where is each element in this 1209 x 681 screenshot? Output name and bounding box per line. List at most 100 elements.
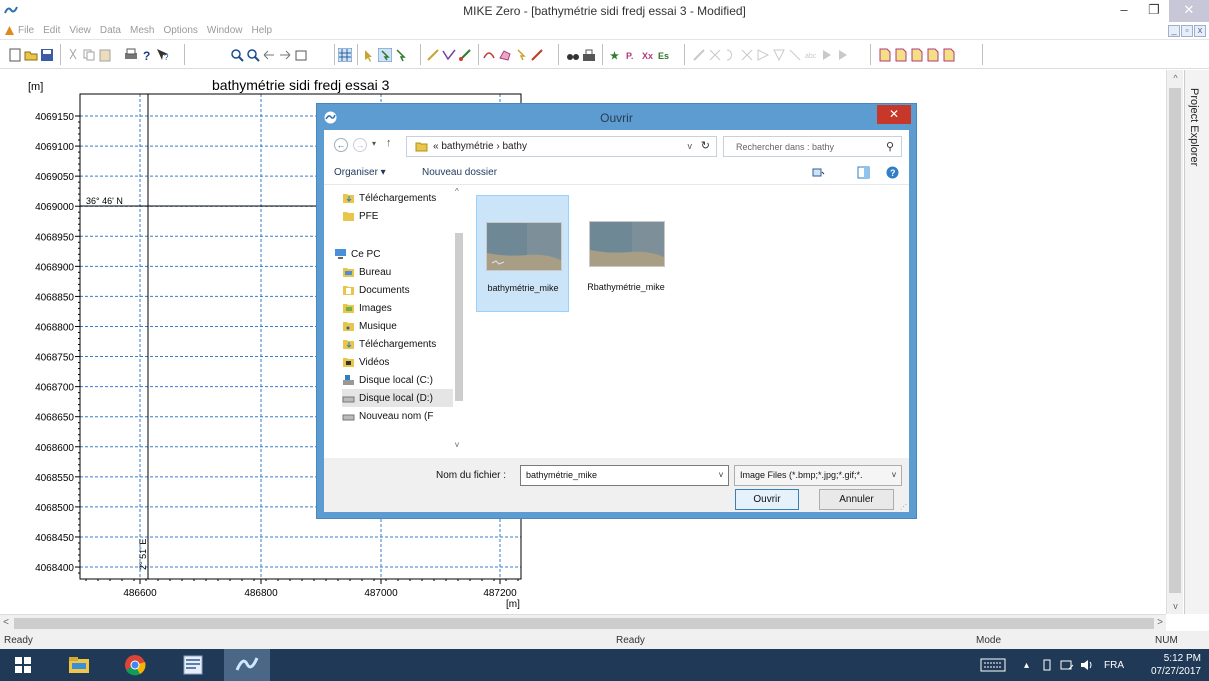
forward-icon[interactable]: → — [353, 138, 367, 152]
help-icon[interactable]: ? — [886, 166, 899, 179]
recent-locations-icon[interactable]: ▾ — [372, 139, 376, 148]
pan-left-icon[interactable] — [262, 48, 276, 62]
binoculars-icon[interactable] — [566, 48, 580, 62]
cut-icon[interactable] — [66, 48, 80, 62]
edit-line-icon[interactable] — [458, 48, 472, 62]
print-icon[interactable] — [124, 48, 138, 62]
arc-icon[interactable] — [482, 48, 496, 62]
mdi-restore-button[interactable]: ▫ — [1181, 25, 1193, 37]
tool-1-icon[interactable] — [692, 48, 706, 62]
cancel-button[interactable]: Annuler — [819, 489, 894, 510]
menu-data[interactable]: Data — [100, 25, 121, 36]
volume-icon[interactable] — [1080, 659, 1094, 671]
context-help-icon[interactable]: ? — [156, 48, 170, 62]
menu-help[interactable]: Help — [251, 25, 272, 36]
network-icon[interactable] — [1060, 659, 1074, 671]
scroll-up-icon[interactable]: ^ — [1167, 70, 1184, 86]
nav-scroll-up-icon[interactable]: ^ — [455, 187, 459, 196]
start-button[interactable] — [0, 649, 46, 681]
file-item-selected[interactable]: bathymétrie_mike — [476, 195, 569, 312]
menu-file[interactable]: File — [18, 25, 34, 36]
open-folder-icon[interactable] — [24, 48, 38, 62]
taskbar-word[interactable] — [170, 649, 216, 681]
nav-item-pfe[interactable]: PFE — [342, 207, 378, 225]
nav-scroll-thumb[interactable] — [455, 233, 463, 401]
tool-5-icon[interactable] — [756, 48, 770, 62]
breadcrumb-bathy[interactable]: bathy — [503, 141, 527, 152]
tool-8-icon[interactable]: abc — [804, 48, 818, 62]
draw-polyline-icon[interactable] — [442, 48, 456, 62]
tool-9-icon[interactable] — [820, 48, 834, 62]
new-folder-button[interactable]: Nouveau dossier — [422, 167, 497, 178]
layer-5-icon[interactable] — [942, 48, 956, 62]
zoom-extent-icon[interactable] — [294, 48, 308, 62]
tool-3-icon[interactable] — [724, 48, 738, 62]
horizontal-scroll-thumb[interactable] — [14, 618, 1154, 629]
up-folder-icon[interactable]: ↑ — [386, 137, 392, 149]
zoom-out-icon[interactable] — [246, 48, 260, 62]
select-arrow-icon[interactable] — [362, 48, 376, 62]
file-type-dropdown-icon[interactable]: v — [892, 470, 896, 479]
navigation-pane[interactable]: Téléchargements PFE Ce PC Bureau Documen… — [324, 185, 469, 458]
tool-10-icon[interactable] — [836, 48, 850, 62]
delete-node-icon[interactable] — [530, 48, 544, 62]
dataset-icon[interactable] — [582, 48, 596, 62]
file-item[interactable]: Rbathymétrie_mike — [580, 195, 673, 312]
search-icon[interactable]: ⚲ — [886, 140, 894, 153]
horizontal-scrollbar[interactable]: < > — [0, 614, 1166, 631]
nav-item-nouveau-nom-f[interactable]: Nouveau nom (F — [342, 407, 433, 425]
navigation-scrollbar[interactable]: ^ v — [453, 185, 466, 458]
preview-pane-icon[interactable] — [857, 166, 870, 179]
taskbar-mike-zero[interactable] — [224, 649, 270, 681]
back-icon[interactable]: ← — [334, 138, 348, 152]
resize-grip-icon[interactable]: ⋰ — [900, 503, 907, 511]
nav-item-videos[interactable]: Vidéos — [342, 353, 389, 371]
search-box[interactable]: Rechercher dans : bathy ⚲ — [723, 136, 902, 157]
address-dropdown-icon[interactable]: v — [688, 141, 693, 151]
filename-input[interactable]: bathymétrie_mike v — [520, 465, 729, 486]
tool-4-icon[interactable] — [740, 48, 754, 62]
document-icon[interactable] — [4, 25, 15, 36]
menu-view[interactable]: View — [69, 25, 91, 36]
address-bar[interactable]: « bathymétrie › bathy v ↻ — [406, 136, 717, 157]
taskbar-file-explorer[interactable] — [56, 649, 102, 681]
breadcrumb-bathymetrie[interactable]: bathymétrie — [441, 141, 493, 152]
pan-right-icon[interactable] — [278, 48, 292, 62]
minimize-button[interactable]: – — [1109, 0, 1139, 22]
copy-icon[interactable] — [82, 48, 96, 62]
new-file-icon[interactable] — [8, 48, 22, 62]
organize-menu[interactable]: Organiser ▾ — [334, 167, 386, 178]
layer-2-icon[interactable] — [894, 48, 908, 62]
node-icon[interactable] — [514, 48, 528, 62]
view-options-icon[interactable] — [812, 166, 825, 179]
nav-item-documents[interactable]: Documents — [342, 281, 410, 299]
refresh-icon[interactable]: ↻ — [701, 139, 710, 152]
breadcrumb-overflow[interactable]: « — [433, 141, 439, 152]
layer-3-icon[interactable] — [910, 48, 924, 62]
language-indicator[interactable]: FRA — [1104, 649, 1124, 681]
menu-mesh[interactable]: Mesh — [130, 25, 154, 36]
zoom-in-icon[interactable] — [230, 48, 244, 62]
scroll-right-icon[interactable]: > — [1154, 615, 1166, 631]
mdi-close-button[interactable]: x — [1194, 25, 1206, 37]
nav-item-telechargements[interactable]: Téléchargements — [342, 335, 436, 353]
menu-options[interactable]: Options — [163, 25, 197, 36]
mesh-smooth-icon[interactable]: Es — [658, 48, 672, 62]
draw-line-icon[interactable] — [426, 48, 440, 62]
nav-item-images[interactable]: Images — [342, 299, 392, 317]
mesh-triangulate-icon[interactable]: Xx — [642, 48, 656, 62]
tool-2-icon[interactable] — [708, 48, 722, 62]
scroll-left-icon[interactable]: < — [0, 615, 12, 631]
keyboard-icon[interactable] — [980, 658, 1006, 672]
mesh-points-icon[interactable]: P. — [626, 48, 640, 62]
nav-item-musique[interactable]: Musique — [342, 317, 397, 335]
save-icon[interactable] — [40, 48, 54, 62]
tool-6-icon[interactable] — [772, 48, 786, 62]
menu-edit[interactable]: Edit — [43, 25, 60, 36]
nav-item-telechargements-top[interactable]: Téléchargements — [342, 189, 436, 207]
nav-item-bureau[interactable]: Bureau — [342, 263, 391, 281]
tray-expand-icon[interactable]: ▴ — [1024, 649, 1029, 681]
tool-7-icon[interactable] — [788, 48, 802, 62]
grid-toggle-icon[interactable] — [338, 47, 352, 62]
scroll-down-icon[interactable]: v — [1167, 598, 1184, 614]
